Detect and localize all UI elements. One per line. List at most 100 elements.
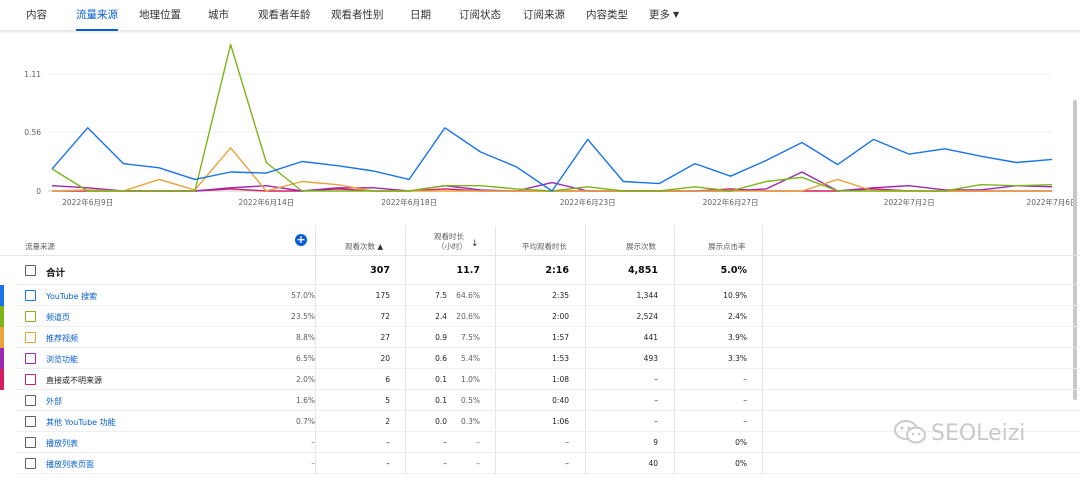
header-impressions[interactable]: 展示次数: [626, 241, 656, 252]
tab-content-type[interactable]: 内容类型: [586, 0, 628, 31]
tab-subscription-source[interactable]: 订阅来源: [523, 0, 565, 31]
watch-time-pct: 0.3%: [460, 417, 480, 426]
table-row: 直接或不明来源 6 2.0% 0.1 1.0% 1:08 – –: [0, 369, 1080, 390]
avg-duration-value: 0:40: [552, 396, 569, 405]
watch-time-value: 7.5: [435, 291, 447, 300]
source-label[interactable]: 外部: [46, 396, 62, 407]
row-checkbox[interactable]: [25, 353, 36, 364]
views-value: 72: [380, 312, 390, 321]
views-value: –: [386, 459, 390, 468]
row-divider: [16, 473, 1080, 474]
source-label[interactable]: 其他 YouTube 功能: [46, 417, 116, 428]
y-tick-label: 0.56: [24, 128, 41, 137]
ctr-value: –: [743, 417, 747, 426]
table-row: 频道页 72 23.5% 2.4 20.6% 2:00 2,524 2.4%: [0, 306, 1080, 327]
avg-duration-value: –: [565, 459, 569, 468]
tab-geography[interactable]: 地理位置: [139, 0, 181, 31]
views-pct: 2.0%: [295, 375, 315, 384]
source-label[interactable]: 浏览功能: [46, 354, 78, 365]
total-checkbox[interactable]: [25, 265, 36, 276]
total-row: 合计 307 11.7 2:16 4,851 5.0%: [0, 256, 1080, 285]
source-label[interactable]: 推荐视频: [46, 333, 78, 344]
row-checkbox[interactable]: [25, 311, 36, 322]
row-checkbox[interactable]: [25, 374, 36, 385]
views-value: 20: [380, 354, 390, 363]
tab-traffic-source[interactable]: 流量来源: [76, 0, 118, 31]
watch-time-pct: –: [476, 459, 480, 468]
series-color-bar: [0, 285, 4, 306]
watch-time-pct: 7.5%: [460, 333, 480, 342]
watch-time-value: 0.9: [435, 333, 447, 342]
tab-viewer-gender[interactable]: 观看者性别: [331, 0, 384, 31]
source-label: 直接或不明来源: [46, 376, 102, 385]
table-header: 流量来源 + 观看次数 ▲ 观看时长 （小时） ↓ 平均观看时长 展示次数 展示…: [0, 226, 1080, 256]
watch-time-pct: 1.0%: [460, 375, 480, 384]
views-pct: 23.5%: [291, 312, 315, 321]
tab-content[interactable]: 内容: [26, 0, 47, 31]
row-checkbox[interactable]: [25, 290, 36, 301]
row-checkbox[interactable]: [25, 332, 36, 343]
ctr-value: –: [743, 375, 747, 384]
tab-viewer-age[interactable]: 观看者年龄: [258, 0, 311, 31]
x-tick-label: 2022年6月9日: [62, 197, 113, 207]
watermark: SEOLeizi: [893, 419, 1025, 446]
avg-duration-value: 2:35: [552, 291, 569, 300]
traffic-line-chart: 00.561.11 2022年6月9日 2022年6月14日 2022年6月18日 2…: [24, 43, 1078, 207]
watch-time-value: 0.1: [435, 396, 447, 405]
watch-time-pct: 20.6%: [456, 312, 480, 321]
ctr-value: 3.3%: [727, 354, 747, 363]
source-label[interactable]: YouTube 搜索: [46, 291, 97, 302]
watch-time-pct: 64.6%: [456, 291, 480, 300]
header-views[interactable]: 观看次数 ▲: [345, 241, 383, 252]
views-pct: 8.8%: [295, 333, 315, 342]
header-avg-duration[interactable]: 平均观看时长: [522, 241, 567, 252]
series-color-bar: [0, 348, 4, 369]
tab-more-label: 更多: [649, 9, 670, 21]
watch-time-value: –: [443, 438, 447, 447]
x-tick-label: 2022年6月14日: [238, 197, 294, 207]
watch-time-value: 0.1: [435, 375, 447, 384]
ctr-value: –: [743, 396, 747, 405]
dimension-tabs: 内容 流量来源 地理位置 城市 观看者年龄 观看者性别 日期 订阅状态 订阅来源…: [0, 0, 1080, 31]
series-color-bar: [0, 369, 4, 390]
source-label[interactable]: 播放列表: [46, 438, 78, 449]
table-row: 外部 5 1.6% 0.1 0.5% 0:40 – –: [0, 390, 1080, 411]
x-tick-label: 2022年6月23日: [560, 197, 616, 207]
row-checkbox[interactable]: [25, 395, 36, 406]
tab-date[interactable]: 日期: [410, 0, 431, 31]
views-pct: –: [311, 438, 315, 447]
warning-icon: ▲: [377, 242, 384, 251]
sort-desc-icon[interactable]: ↓: [471, 239, 479, 249]
tab-subscription-status[interactable]: 订阅状态: [459, 0, 501, 31]
header-source[interactable]: 流量来源: [25, 241, 55, 252]
row-checkbox[interactable]: [25, 458, 36, 469]
watch-time-value: –: [443, 459, 447, 468]
chart-series: [51, 43, 1053, 192]
avg-duration-value: 1:57: [552, 333, 569, 342]
series-color-bar: [0, 306, 4, 327]
add-metric-button[interactable]: +: [295, 234, 307, 246]
series-line-1[interactable]: [51, 43, 1053, 192]
views-pct: 0.7%: [295, 417, 315, 426]
watch-time-pct: –: [476, 438, 480, 447]
header-ctr[interactable]: 展示点击率: [708, 241, 746, 252]
impressions-value: 9: [653, 438, 658, 447]
impressions-value: –: [654, 375, 658, 384]
table-row: 播放列表页面 – – – – – 40 0%: [0, 453, 1080, 474]
total-impressions: 4,851: [627, 265, 658, 276]
avg-duration-value: 1:06: [552, 417, 569, 426]
x-tick-label: 2022年6月27日: [703, 197, 759, 207]
row-checkbox[interactable]: [25, 437, 36, 448]
x-axis-ticks: 2022年6月9日 2022年6月14日 2022年6月18日 2022年6月23日 2…: [62, 197, 1077, 207]
tab-city[interactable]: 城市: [208, 0, 229, 31]
source-label[interactable]: 播放列表页面: [46, 459, 94, 470]
avg-duration-value: 2:00: [552, 312, 569, 321]
series-line-2[interactable]: [51, 147, 1052, 192]
table-row: 推荐视频 27 8.8% 0.9 7.5% 1:57 441 3.9%: [0, 327, 1080, 348]
source-label[interactable]: 频道页: [46, 312, 70, 323]
tab-more[interactable]: 更多 ▼: [649, 0, 679, 31]
views-pct: –: [311, 459, 315, 468]
views-value: 27: [380, 333, 390, 342]
row-checkbox[interactable]: [25, 416, 36, 427]
impressions-value: 493: [643, 354, 658, 363]
